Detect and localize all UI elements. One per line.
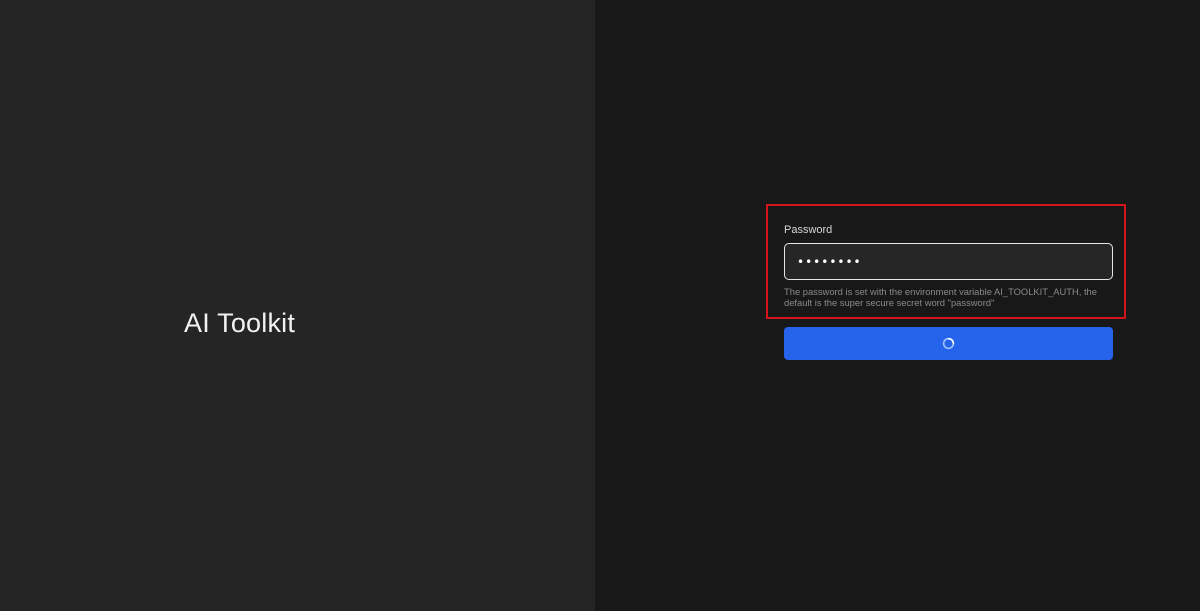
password-input[interactable] — [784, 243, 1113, 280]
branding-panel: AI Toolkit — [0, 0, 595, 611]
app-title: AI Toolkit — [184, 308, 296, 338]
login-panel: Password The password is set with the en… — [595, 0, 1200, 611]
loading-spinner-icon — [942, 337, 955, 350]
password-label: Password — [784, 224, 833, 236]
password-help-text: The password is set with the environment… — [784, 286, 1097, 308]
login-submit-button[interactable] — [784, 327, 1113, 360]
login-page: AI Toolkit Password The password is set … — [0, 0, 1200, 611]
